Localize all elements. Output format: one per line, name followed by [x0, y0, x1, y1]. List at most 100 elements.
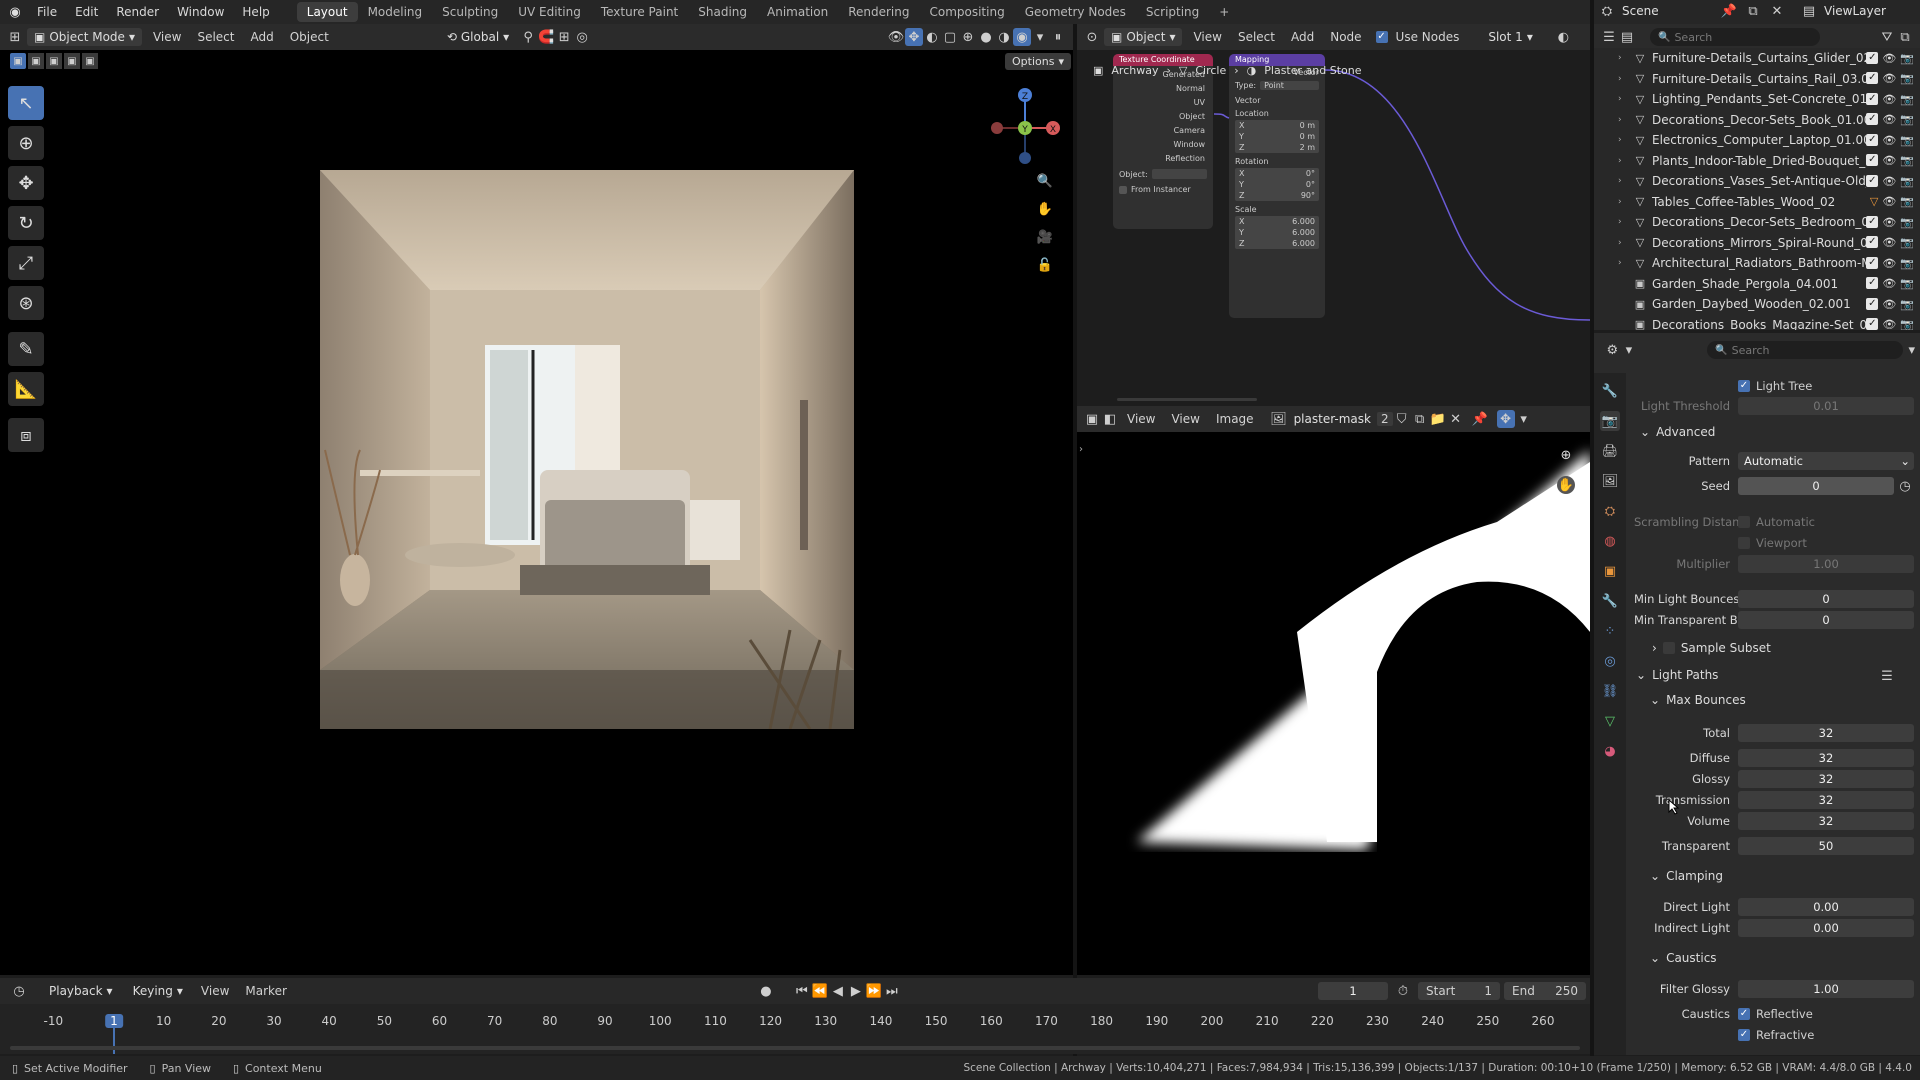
zoom-icon[interactable]: 🔍 — [1036, 172, 1054, 190]
solid-shading-icon[interactable]: ● — [977, 28, 995, 46]
light-paths-panel-header[interactable]: ⌄ Light Paths — [1636, 668, 1718, 682]
rotation-z-field[interactable]: Z 90° — [1235, 190, 1319, 201]
pause-render-icon[interactable]: ⏸ — [1049, 28, 1067, 46]
exclude-checkbox[interactable]: ✓ — [1866, 113, 1879, 126]
workspace-tab-modeling[interactable]: Modeling — [358, 2, 433, 22]
from-instancer-checkbox[interactable] — [1119, 185, 1127, 194]
scrambling-automatic-checkbox[interactable] — [1738, 516, 1750, 528]
jump-keyframe-back-icon[interactable]: ⏪ — [811, 982, 829, 1000]
workspace-tab-rendering[interactable]: Rendering — [838, 2, 919, 22]
current-frame-field[interactable]: 1 — [1318, 982, 1388, 1000]
bounce-transparent-field[interactable]: 50 — [1738, 837, 1914, 855]
outliner-search[interactable]: 🔍 Search — [1650, 28, 1820, 46]
eye-icon[interactable]: 👁 — [1882, 277, 1896, 290]
gizmo-toggle-icon[interactable]: ✥ — [905, 28, 923, 46]
rotation-x-field[interactable]: X 0° — [1235, 168, 1319, 179]
gizmo-toggle-icon[interactable]: ✥ — [1496, 410, 1515, 428]
outliner-item[interactable]: › ▽ Furniture-Details_Curtains_Rail_03.001… — [1594, 69, 1920, 90]
zoom-icon[interactable]: ⊕ — [1557, 446, 1575, 464]
editor-type-icon[interactable]: ▣ — [1083, 410, 1101, 428]
view-layer-name[interactable]: ViewLayer — [1824, 4, 1886, 18]
view-layer-tab-icon[interactable]: 🖼 — [1600, 471, 1620, 491]
bounce-glossy-field[interactable]: 32 — [1738, 770, 1914, 788]
jump-start-icon[interactable]: ⏮ — [793, 982, 811, 1000]
eye-icon[interactable]: 👁 — [1882, 318, 1896, 330]
proportional-edit-icon[interactable]: ◎ — [573, 28, 591, 46]
particles-tab-icon[interactable]: ⁘ — [1600, 621, 1620, 641]
eye-icon[interactable]: 👁 — [1882, 175, 1896, 188]
pan-hand-icon[interactable]: ✋ — [1036, 200, 1054, 218]
expand-arrow-icon[interactable]: › — [1618, 197, 1632, 207]
seed-field[interactable]: 0 — [1738, 477, 1894, 495]
move-tool-icon[interactable]: ✥ — [8, 166, 44, 200]
delete-scene-icon[interactable]: ✕ — [1768, 2, 1786, 20]
open-image-folder-icon[interactable]: 📁 — [1429, 410, 1447, 428]
properties-search[interactable]: 🔍 Search — [1707, 341, 1904, 359]
material-preview-icon[interactable]: ◐ — [1554, 28, 1572, 46]
play-icon[interactable]: ▶ — [847, 982, 865, 1000]
texcoord-output[interactable]: Normal — [1176, 84, 1205, 93]
expand-arrow-icon[interactable]: › — [1618, 217, 1632, 227]
outliner-item-name[interactable]: Tables_Coffee-Tables_Wood_02 — [1652, 195, 1870, 209]
camera-render-icon[interactable]: 📷 — [1900, 318, 1914, 330]
node-menu-select[interactable]: Select — [1230, 28, 1283, 46]
chevron-down-icon[interactable]: ▾ — [1031, 28, 1049, 46]
object-tab-icon[interactable]: ▣ — [1600, 561, 1620, 581]
overlay-icon[interactable]: ◐ — [923, 28, 941, 46]
clamping-panel-header[interactable]: ⌄ Clamping — [1650, 869, 1723, 883]
seed-clock-icon[interactable]: ◷ — [1896, 477, 1914, 495]
start-frame-field[interactable]: Start 1 — [1418, 982, 1500, 1000]
exclude-checkbox[interactable]: ✓ — [1866, 215, 1879, 228]
exclude-checkbox[interactable]: ✓ — [1866, 72, 1879, 85]
outliner-item[interactable]: › ▽ Decorations_Decor-Sets_Book_01.001 ✓ 👁 📷 — [1594, 110, 1920, 131]
select-new-icon[interactable]: ▣ — [10, 53, 26, 69]
camera-render-icon[interactable]: 📷 — [1900, 113, 1914, 126]
chevron-down-icon[interactable]: ▾ — [1515, 410, 1533, 428]
texture-coordinate-node[interactable]: Texture Coordinate Generated Normal UV O… — [1113, 54, 1213, 229]
object-field[interactable] — [1151, 169, 1207, 179]
outliner-item[interactable]: ▣ Garden_Daybed_Wooden_02.001 ✓ 👁 📷 — [1594, 294, 1920, 315]
outliner-item[interactable]: › ▽ Plants_Indoor-Table_Dried-Bouquet_07 ✓ 👁… — [1594, 151, 1920, 172]
viewport-menu-view[interactable]: View — [145, 28, 189, 46]
select-box-tool-icon[interactable]: ↖ — [8, 86, 44, 120]
chevron-down-icon[interactable]: ▾ — [1621, 341, 1638, 359]
pin-icon[interactable]: 📌 — [1720, 2, 1738, 20]
expand-arrow-icon[interactable]: › — [1618, 115, 1632, 125]
scale-tool-icon[interactable]: ⤢ — [8, 246, 44, 280]
eye-icon[interactable]: 👁 — [1882, 113, 1896, 126]
expand-arrow-icon[interactable]: › — [1618, 74, 1632, 84]
select-invert-icon[interactable]: ▣ — [64, 53, 80, 69]
image-name-field[interactable]: plaster-mask — [1288, 412, 1377, 426]
min-light-bounces-field[interactable]: 0 — [1738, 590, 1914, 608]
editor-type-icon[interactable]: ⊙ — [1083, 28, 1101, 46]
texcoord-output[interactable]: Camera — [1174, 126, 1205, 135]
visibility-icon[interactable]: 👁 — [887, 28, 905, 46]
eye-icon[interactable]: 👁 — [1882, 154, 1896, 167]
rotate-tool-icon[interactable]: ↻ — [8, 206, 44, 240]
min-transparent-field[interactable]: 0 — [1738, 611, 1914, 629]
eye-icon[interactable]: 👁 — [1882, 298, 1896, 311]
cursor-tool-icon[interactable]: ⊕ — [8, 126, 44, 160]
scale-x-field[interactable]: X 6.000 — [1235, 216, 1319, 227]
breadcrumb-modifier[interactable]: Circle — [1195, 64, 1226, 77]
menu-render[interactable]: Render — [107, 5, 168, 19]
refractive-checkbox[interactable]: ✓ — [1738, 1029, 1750, 1041]
outliner-item[interactable]: ▣ Decorations_Books_Magazine-Set_06.0 ✓ 👁 📷 — [1594, 315, 1920, 330]
expand-arrow-icon[interactable]: › — [1618, 238, 1632, 248]
node-editor-canvas[interactable]: ▣ Archway › ▽ Circle › ◑ Plaster and Sto… — [1077, 50, 1590, 403]
editor-type-icon[interactable]: ⚙ — [1604, 341, 1621, 359]
navigation-gizmo[interactable]: Z X Y — [975, 84, 1065, 174]
camera-render-icon[interactable]: 📷 — [1900, 175, 1914, 188]
outliner-item[interactable]: › ▽ Decorations_Vases_Set-Antique-Old_01 ✓ 👁… — [1594, 171, 1920, 192]
viewport-menu-add[interactable]: Add — [242, 28, 281, 46]
view-mode-icon[interactable]: ◧ — [1101, 410, 1119, 428]
data-tab-icon[interactable]: ▽ — [1600, 711, 1620, 731]
texcoord-output[interactable]: Object — [1179, 112, 1205, 121]
expand-arrow-icon[interactable]: › — [1618, 135, 1632, 145]
camera-render-icon[interactable]: 📷 — [1900, 52, 1914, 65]
add-workspace-button[interactable]: + — [1209, 2, 1239, 22]
outliner-item-name[interactable]: Decorations_Decor-Sets_Book_01.001 — [1652, 113, 1866, 127]
location-z-field[interactable]: Z 2 m — [1235, 142, 1319, 153]
pivot-icon[interactable]: ⚲ — [519, 28, 537, 46]
exclude-checkbox[interactable]: ✓ — [1866, 154, 1879, 167]
